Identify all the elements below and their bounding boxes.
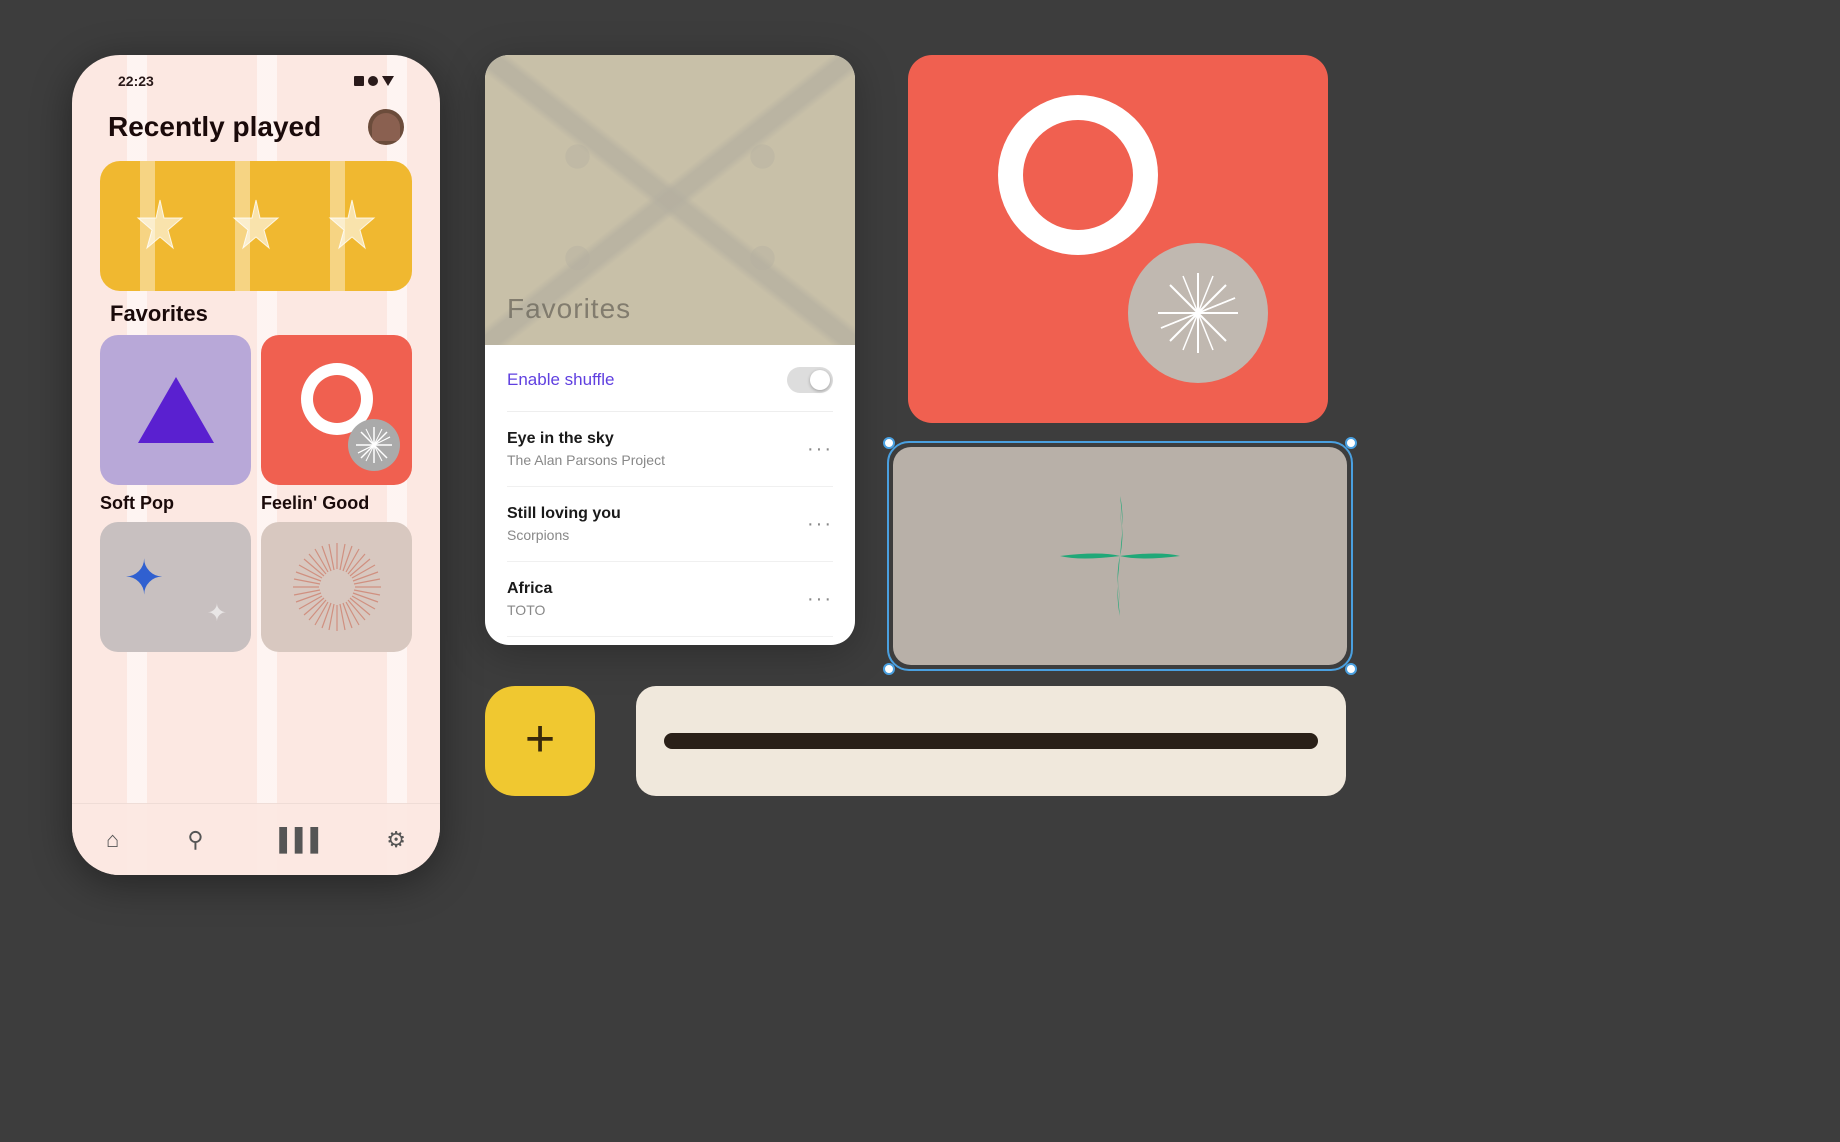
starburst-gray-icon bbox=[1153, 268, 1243, 358]
song-title-1: Eye in the sky bbox=[507, 430, 665, 448]
song-options-2[interactable]: ··· bbox=[807, 513, 833, 536]
soft-pop-label: Soft Pop bbox=[100, 493, 251, 514]
song-info-2: Still loving you Scorpions bbox=[507, 505, 621, 543]
phone-mockup: 22:23 Recently played bbox=[72, 55, 440, 875]
song-info-3: Africa TOTO bbox=[507, 580, 552, 618]
sunburst-icon bbox=[287, 537, 387, 637]
nav-search-icon[interactable]: ⚲ bbox=[187, 827, 203, 853]
playlist-cover-image: Favorites bbox=[485, 55, 855, 345]
circle-big-inner bbox=[1023, 120, 1133, 230]
status-icons bbox=[354, 76, 394, 86]
corner-handle-bl[interactable] bbox=[883, 663, 895, 675]
circle-big-outer bbox=[998, 95, 1158, 255]
song-options-3[interactable]: ··· bbox=[807, 588, 833, 611]
shuffle-toggle[interactable] bbox=[787, 367, 833, 393]
gray-artwork-card bbox=[893, 447, 1347, 665]
feelin-good-label: Feelin' Good bbox=[261, 493, 412, 514]
add-button[interactable]: + bbox=[485, 686, 595, 796]
burst-card[interactable] bbox=[261, 522, 412, 652]
center-playlist-card: Favorites Enable shuffle Eye in the sky … bbox=[485, 55, 855, 645]
star-icon-1 bbox=[134, 198, 186, 255]
shuffle-label: Enable shuffle bbox=[507, 370, 614, 390]
song-row-2[interactable]: Still loving you Scorpions ··· bbox=[507, 487, 833, 562]
slider-bar-wrapper bbox=[636, 686, 1346, 796]
song-title-2: Still loving you bbox=[507, 505, 621, 523]
starburst-small-icon bbox=[348, 419, 400, 471]
song-row-3[interactable]: Africa TOTO ··· bbox=[507, 562, 833, 637]
phone-header: Recently played bbox=[90, 97, 422, 161]
center-card-body: Enable shuffle Eye in the sky The Alan P… bbox=[485, 345, 855, 637]
grid-labels: Soft Pop Feelin' Good bbox=[100, 493, 412, 514]
status-time: 22:23 bbox=[118, 73, 154, 89]
song-options-1[interactable]: ··· bbox=[807, 438, 833, 461]
song-artist-1: The Alan Parsons Project bbox=[507, 452, 665, 468]
song-artist-3: TOTO bbox=[507, 602, 552, 618]
song-row-1[interactable]: Eye in the sky The Alan Parsons Project … bbox=[507, 412, 833, 487]
playlist-grid-row bbox=[100, 335, 412, 485]
battery-icon bbox=[382, 76, 394, 86]
nav-settings-icon[interactable]: ⚙ bbox=[386, 827, 406, 853]
status-bar: 22:23 bbox=[90, 55, 422, 97]
feelin-good-card[interactable] bbox=[261, 335, 412, 485]
triangle-icon bbox=[138, 377, 214, 443]
circle-gray bbox=[1128, 243, 1268, 383]
circle-icon-inner bbox=[313, 375, 361, 423]
corner-handle-tl[interactable] bbox=[883, 437, 895, 449]
toggle-thumb bbox=[810, 370, 830, 390]
nav-library-icon[interactable]: ▐▐▐ bbox=[271, 827, 318, 853]
bottom-nav: ⌂ ⚲ ▐▐▐ ⚙ bbox=[72, 803, 440, 875]
stars-card[interactable]: ✦ ✦ bbox=[100, 522, 251, 652]
red-artwork-card bbox=[908, 55, 1328, 423]
four-point-star-icon bbox=[1055, 491, 1185, 621]
corner-handle-br[interactable] bbox=[1345, 663, 1357, 675]
song-info-1: Eye in the sky The Alan Parsons Project bbox=[507, 430, 665, 468]
avatar[interactable] bbox=[368, 109, 404, 145]
slider-track[interactable] bbox=[664, 733, 1318, 749]
star-icon-2 bbox=[230, 198, 282, 255]
favorites-card[interactable] bbox=[100, 161, 412, 291]
gray-card-wrapper bbox=[893, 447, 1347, 665]
plus-icon: + bbox=[525, 713, 555, 765]
phone-page-title: Recently played bbox=[108, 111, 321, 143]
corner-handle-tr[interactable] bbox=[1345, 437, 1357, 449]
soft-pop-card[interactable] bbox=[100, 335, 251, 485]
wifi-icon bbox=[368, 76, 378, 86]
bottom-grid-row: ✦ ✦ bbox=[100, 522, 412, 652]
star-icon-3 bbox=[326, 198, 378, 255]
white-star-icon: ✦ bbox=[207, 599, 227, 628]
song-title-3: Africa bbox=[507, 580, 552, 598]
song-artist-2: Scorpions bbox=[507, 527, 621, 543]
nav-home-icon[interactable]: ⌂ bbox=[106, 827, 119, 853]
center-card-title: Favorites bbox=[507, 293, 631, 325]
favorites-label: Favorites bbox=[100, 297, 218, 336]
blue-star-icon: ✦ bbox=[124, 550, 164, 606]
signal-icon bbox=[354, 76, 364, 86]
favorites-label-row: Favorites bbox=[90, 297, 422, 327]
shuffle-row: Enable shuffle bbox=[507, 345, 833, 412]
avatar-image bbox=[372, 113, 400, 141]
